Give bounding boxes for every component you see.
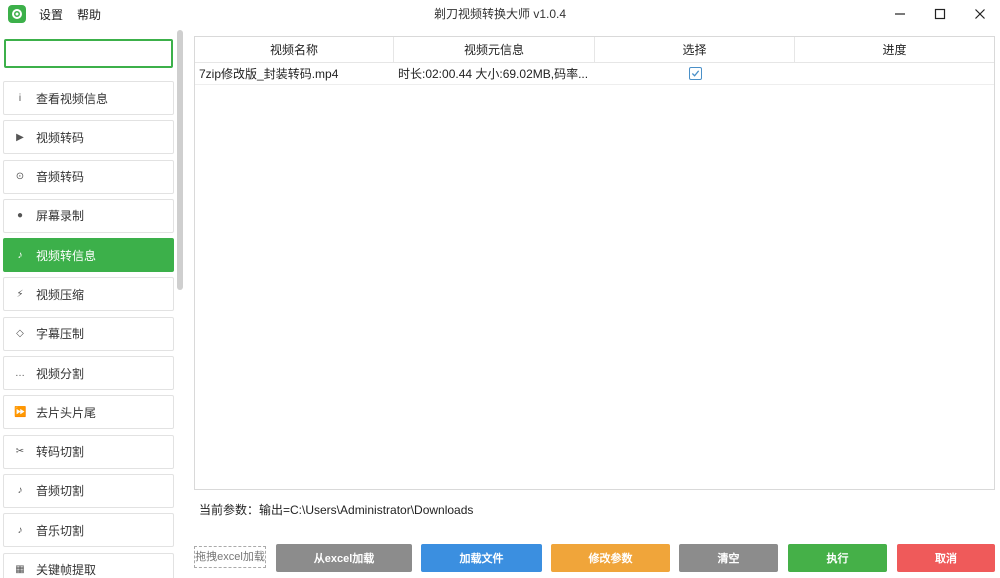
diamond-icon: ◇	[16, 328, 24, 340]
menu-help[interactable]: 帮助	[77, 6, 101, 23]
sidebar-item[interactable]: ♪ 视频转信息	[3, 238, 174, 273]
scissors-icon: ✂	[15, 446, 25, 458]
sidebar-item-label: 查看视频信息	[36, 91, 109, 106]
sidebar-item-label: 音频切割	[36, 484, 85, 499]
excel-drop-zone[interactable]: 拖拽excel加载	[194, 546, 266, 568]
title-bar: 设置 帮助	[0, 0, 1000, 28]
sidebar-item-label: 视频压缩	[36, 287, 85, 302]
menu-settings[interactable]: 设置	[39, 6, 63, 23]
sidebar-item[interactable]: ⚡ 视频压缩	[3, 277, 174, 312]
current-params-text: 当前参数：输出=C:\Users\Administrator\Downloads	[199, 503, 474, 517]
sidebar-item[interactable]: ♪ 音乐切割	[3, 513, 174, 548]
app-logo-icon	[8, 5, 26, 23]
table-row[interactable]: 7zip修改版_封装转码.mp4 时长:02:00.44 大小:69.02MB,…	[195, 63, 994, 85]
lightning-icon: ⚡	[16, 288, 24, 300]
column-header-select[interactable]: 选择	[595, 37, 795, 62]
sidebar-item-label: 视频分割	[36, 366, 85, 381]
sidebar-item-label: 去片头片尾	[36, 405, 97, 420]
sidebar-scrollbar[interactable]	[177, 30, 183, 290]
sidebar-item-label: 屏幕录制	[36, 209, 85, 224]
sidebar-item-label: 转码切割	[36, 445, 85, 460]
column-header-meta[interactable]: 视频元信息	[394, 37, 595, 62]
select-checkbox[interactable]	[688, 67, 702, 80]
sidebar-item-label: 音频转码	[36, 170, 85, 185]
sidebar-item[interactable]: ♪ 音频切割	[3, 473, 174, 508]
sidebar-item[interactable]: … 视频分割	[3, 356, 174, 391]
cell-select	[595, 63, 795, 84]
load-file-button[interactable]: 加载文件	[421, 544, 542, 572]
checkmark-icon	[691, 70, 699, 77]
music-note-icon: ♪	[17, 524, 23, 536]
sidebar-item[interactable]: ▦ 关键帧提取	[3, 552, 174, 578]
music-note-icon: ♪	[17, 249, 23, 261]
cell-video-name: 7zip修改版_封装转码.mp4	[199, 67, 339, 81]
music-note-icon: ♪	[17, 485, 23, 497]
window-controls	[880, 0, 1000, 28]
sidebar-item-label: 字幕压制	[36, 327, 85, 342]
sidebar-item[interactable]: ● 屏幕录制	[3, 198, 174, 233]
sidebar-item[interactable]: ⏩ 去片头片尾	[3, 395, 174, 430]
clear-button[interactable]: 清空	[679, 544, 778, 572]
sidebar-item[interactable]: ▶ 视频转码	[3, 120, 174, 155]
table-header: 视频名称 视频元信息 选择 进度	[195, 37, 994, 63]
sidebar-item[interactable]: ◇ 字幕压制	[3, 316, 174, 351]
info-icon: i	[18, 92, 22, 104]
grid-icon: ▦	[15, 564, 25, 576]
close-icon	[975, 9, 985, 19]
ellipsis-icon: …	[15, 367, 25, 379]
cell-video-meta: 时长:02:00.44 大小:69.02MB,码率...	[398, 67, 589, 81]
load-from-excel-button[interactable]: 从excel加载	[276, 544, 412, 572]
sidebar: i 查看视频信息 ▶ 视频转码 ⊙ 音频转码 ● 屏幕录制 ♪ 视频转信息 ⚡ 视频压缩 ◇ 字幕压制 … 视…	[0, 30, 186, 578]
minimize-icon	[895, 13, 905, 15]
sidebar-menu: i 查看视频信息 ▶ 视频转码 ⊙ 音频转码 ● 屏幕录制 ♪ 视频转信息 ⚡ 视频压缩 ◇ 字幕压制 … 视…	[3, 81, 174, 578]
column-header-name[interactable]: 视频名称	[195, 37, 394, 62]
minimize-button[interactable]	[880, 0, 920, 28]
fast-forward-icon: ⏩	[14, 406, 27, 418]
sidebar-item[interactable]: ✂ 转码切割	[3, 434, 174, 469]
maximize-icon	[934, 8, 946, 20]
close-button[interactable]	[960, 0, 1000, 28]
sidebar-item-label: 关键帧提取	[36, 563, 97, 578]
play-icon: ▶	[16, 131, 24, 143]
modify-params-button[interactable]: 修改参数	[551, 544, 670, 572]
cancel-button[interactable]: 取消	[897, 544, 995, 572]
sidebar-item-label: 视频转信息	[36, 248, 97, 263]
search-box[interactable]	[4, 39, 173, 68]
sidebar-item[interactable]: ⊙ 音频转码	[3, 159, 174, 194]
sidebar-item-label: 音乐切割	[36, 523, 85, 538]
target-icon: ⊙	[15, 171, 25, 183]
search-input[interactable]	[16, 41, 171, 66]
file-table: 视频名称 视频元信息 选择 进度 7zip修改版_封装转码.mp4 时长:02:…	[194, 36, 995, 490]
sidebar-item[interactable]: i 查看视频信息	[3, 81, 174, 115]
sidebar-item-label: 视频转码	[36, 130, 85, 145]
record-icon: ●	[16, 210, 24, 222]
execute-button[interactable]: 执行	[788, 544, 887, 572]
column-header-progress[interactable]: 进度	[795, 37, 994, 62]
cell-progress	[795, 63, 994, 84]
maximize-button[interactable]	[920, 0, 960, 28]
